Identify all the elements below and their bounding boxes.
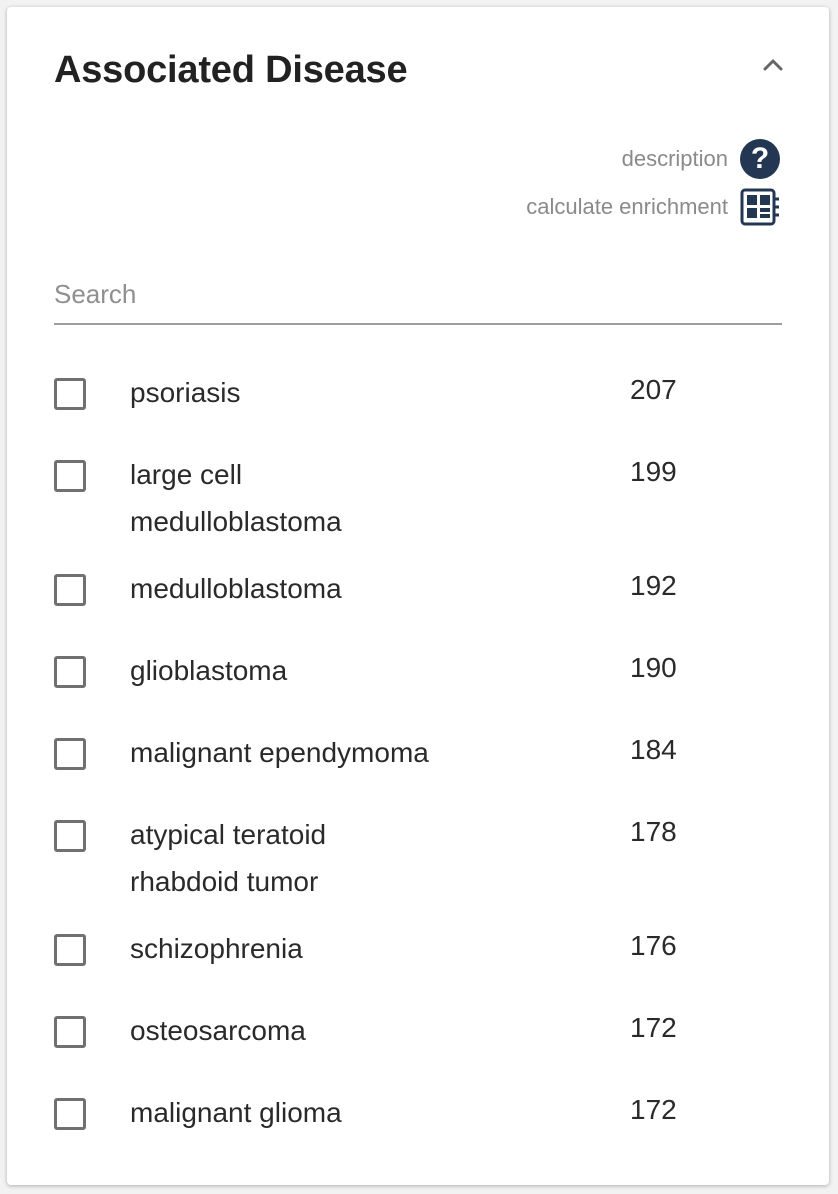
item-checkbox[interactable] — [54, 1016, 86, 1048]
item-label: osteosarcoma — [130, 1015, 306, 1046]
item-label: atypical teratoid rhabdoid tumor — [130, 819, 327, 897]
associated-disease-panel: Associated Disease description ? calcula… — [7, 7, 829, 1185]
item-label: malignant glioma — [130, 1097, 342, 1128]
search-input[interactable] — [54, 275, 782, 310]
item-checkbox[interactable] — [54, 934, 86, 966]
search-field — [54, 275, 782, 325]
item-label: malignant ependymoma — [130, 737, 429, 768]
item-checkbox[interactable] — [54, 460, 86, 492]
help-icon: ? — [740, 139, 780, 179]
item-label: medulloblastoma — [130, 573, 342, 604]
item-checkbox[interactable] — [54, 574, 86, 606]
item-checkbox[interactable] — [54, 656, 86, 688]
item-label: psoriasis — [130, 377, 241, 408]
calculator-icon — [740, 188, 780, 226]
item-label: large cell medulloblastoma — [130, 459, 342, 537]
item-checkbox[interactable] — [54, 738, 86, 770]
chevron-up-icon — [763, 59, 783, 71]
description-link[interactable]: description ? — [622, 139, 780, 179]
item-label: schizophrenia — [130, 933, 303, 964]
item-checkbox[interactable] — [54, 1098, 86, 1130]
item-checkbox[interactable] — [54, 378, 86, 410]
enrichment-label: calculate enrichment — [526, 194, 728, 219]
item-checkbox[interactable] — [54, 820, 86, 852]
item-label: glioblastoma — [130, 655, 288, 686]
collapse-button[interactable] — [755, 47, 791, 83]
description-label: description — [621, 146, 728, 171]
panel-title: Associated Disease — [54, 49, 408, 91]
calculate-enrichment-link[interactable]: calculate enrichment — [526, 188, 780, 226]
